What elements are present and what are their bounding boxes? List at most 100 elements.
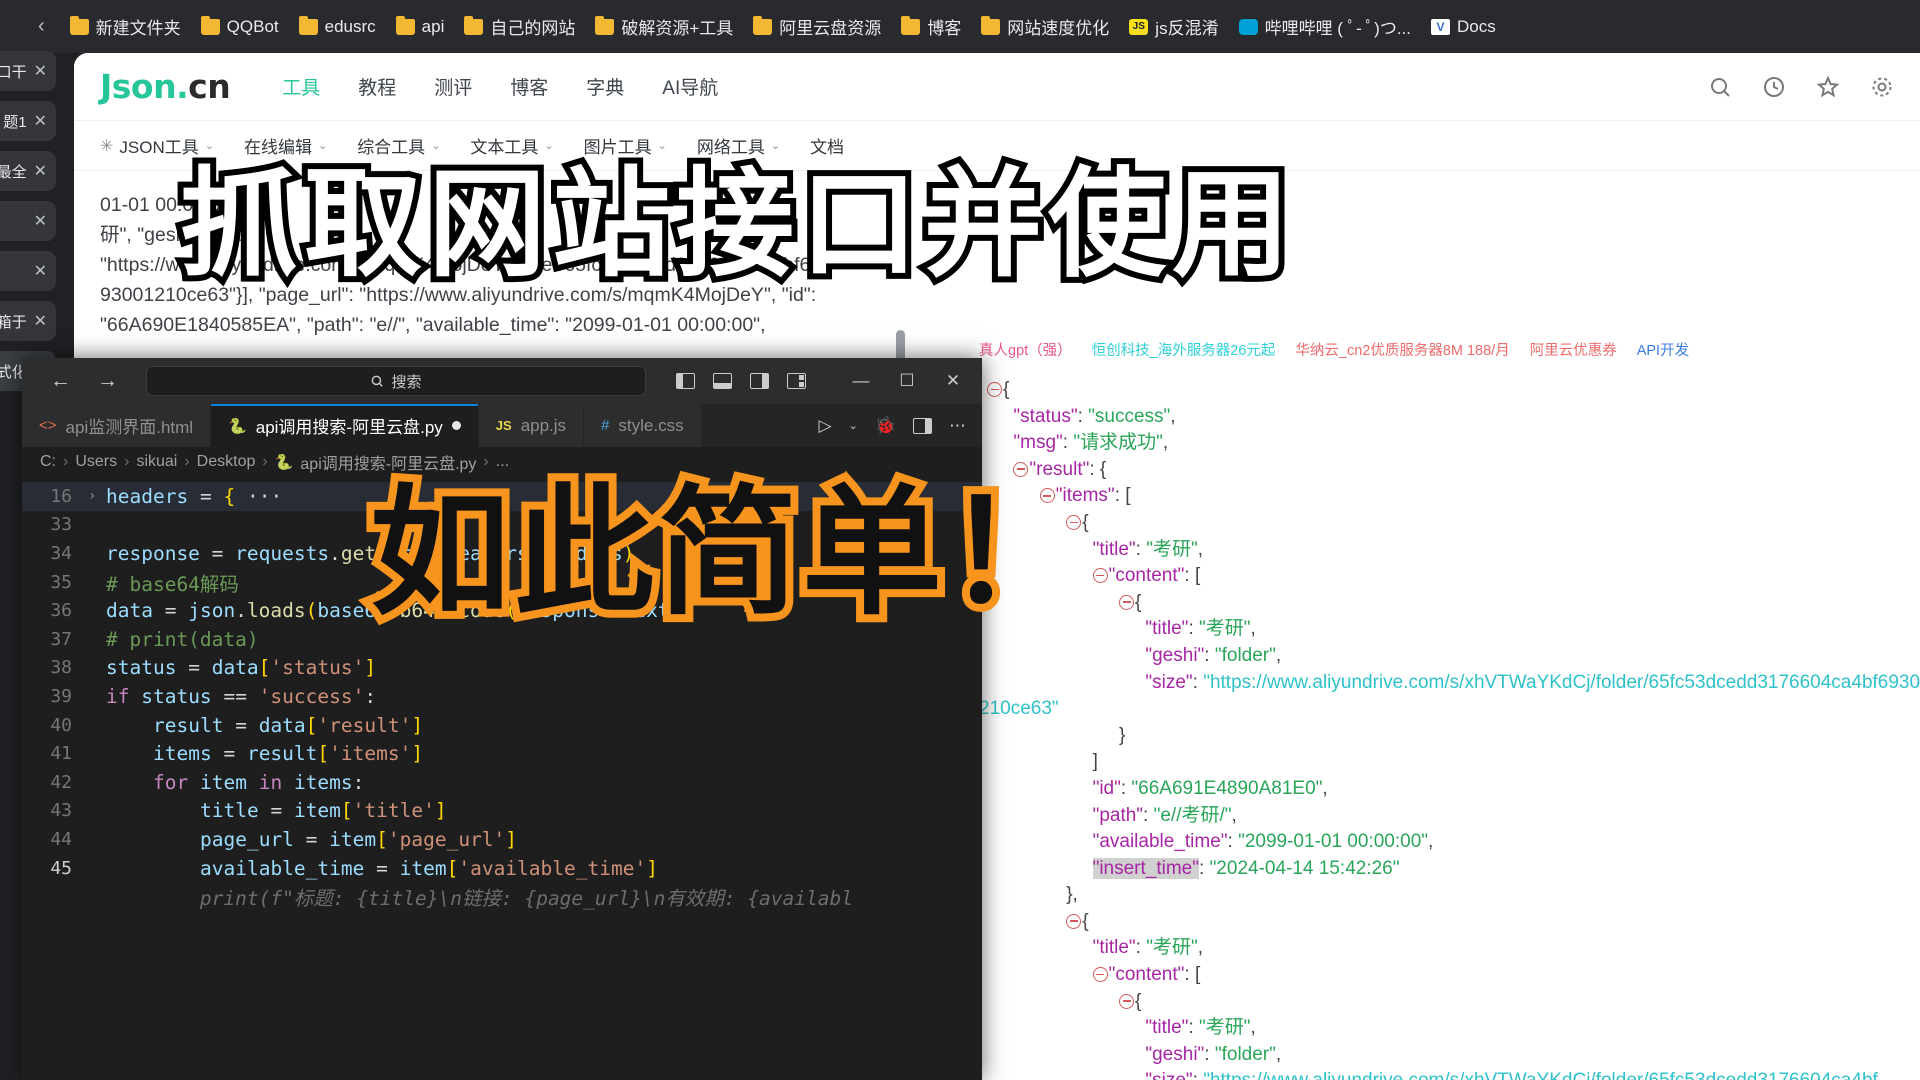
browser-bookmark-bar: ‹ 新建文件夹 QQBot edusrc api 自己的网站 破解资源+工具 阿里云盘资源 博… bbox=[0, 0, 1920, 53]
editor-tab-label: api监测界面.html bbox=[65, 418, 194, 437]
site-nav-item[interactable]: 测评 bbox=[434, 73, 472, 100]
bookmark-item[interactable]: 网站速度优化 bbox=[972, 10, 1118, 43]
json-tree-viewer[interactable]: { "status": "success", "msg": "请求成功", "r… bbox=[979, 363, 1920, 1080]
bookmark-label: 自己的网站 bbox=[490, 19, 576, 38]
code-line[interactable]: 39 if status == 'success': bbox=[22, 682, 982, 711]
minimize-button[interactable]: — bbox=[838, 358, 884, 404]
collapse-toggle-icon[interactable] bbox=[1118, 993, 1134, 1009]
bookmark-item[interactable]: Docs bbox=[1422, 13, 1505, 41]
close-icon[interactable]: ✕ bbox=[34, 311, 47, 331]
bookmark-item[interactable]: 哔哩哔哩 ( ﾟ- ﾟ)つ... bbox=[1230, 10, 1420, 43]
search-icon[interactable] bbox=[1708, 75, 1732, 99]
edge-tab-3[interactable]: ✕ bbox=[0, 201, 56, 241]
vscode-command-search[interactable]: 搜索 bbox=[146, 366, 646, 396]
bookmark-item[interactable]: js反混淆 bbox=[1120, 10, 1227, 43]
code-line[interactable]: 43 title = item['title'] bbox=[22, 797, 982, 826]
go-forward-button[interactable]: → bbox=[97, 369, 118, 393]
site-nav-item[interactable]: AI导航 bbox=[662, 73, 718, 100]
close-icon[interactable]: ✕ bbox=[34, 161, 47, 181]
layout-grid-icon[interactable] bbox=[787, 373, 806, 389]
edge-tab-5[interactable]: 箱于 ✕ bbox=[0, 301, 56, 341]
bookmark-label: 哔哩哔哩 ( ﾟ- ﾟ)つ... bbox=[1264, 19, 1411, 38]
promo-link[interactable]: 华纳云_cn2优质服务器8M 188/月 bbox=[1295, 339, 1509, 360]
json-key: "available_time" bbox=[1092, 831, 1228, 853]
breadcrumb-segment[interactable]: C: bbox=[40, 453, 56, 471]
bookmark-item[interactable]: 自己的网站 bbox=[455, 10, 584, 43]
site-nav-item[interactable]: 教程 bbox=[358, 73, 396, 100]
code-line[interactable]: print(f"标题: {title}\n链接: {page_url}\n有效期… bbox=[22, 882, 982, 911]
breadcrumb-separator-icon: › bbox=[184, 452, 190, 470]
split-editor-icon[interactable] bbox=[913, 417, 932, 434]
bookmark-item[interactable]: 博客 bbox=[892, 10, 970, 43]
close-icon[interactable]: ✕ bbox=[34, 111, 47, 131]
json-value: { bbox=[1099, 458, 1107, 480]
history-icon[interactable] bbox=[1762, 75, 1786, 99]
edge-tab-4[interactable]: ✕ bbox=[0, 251, 56, 291]
site-nav-item[interactable]: 博客 bbox=[510, 73, 548, 100]
code-line[interactable]: 38 status = data['status'] bbox=[22, 654, 982, 683]
close-icon[interactable]: ✕ bbox=[34, 261, 47, 281]
collapse-toggle-icon[interactable] bbox=[1066, 913, 1082, 929]
panel-bottom-icon[interactable] bbox=[713, 373, 732, 389]
star-icon[interactable] bbox=[1816, 74, 1840, 99]
json-value: "folder" bbox=[1214, 644, 1276, 666]
edge-tab-1[interactable]: 题1 ✕ bbox=[0, 101, 56, 141]
close-icon[interactable]: ✕ bbox=[34, 61, 47, 81]
collapse-toggle-icon[interactable] bbox=[1092, 967, 1108, 983]
collapse-toggle-icon[interactable] bbox=[1092, 568, 1108, 584]
debug-icon[interactable]: 🐞 bbox=[875, 416, 896, 436]
json-punct: { bbox=[1134, 591, 1142, 613]
settings-icon[interactable] bbox=[1870, 75, 1894, 99]
code-line[interactable]: 45 available_time = item['available_time… bbox=[22, 854, 982, 883]
code-text: items = result['items'] bbox=[153, 742, 424, 766]
promo-link[interactable]: 阿里云优惠券 bbox=[1530, 339, 1617, 360]
run-icon[interactable]: ▷ bbox=[819, 416, 832, 436]
go-back-button[interactable]: ← bbox=[50, 369, 71, 393]
json-url-wrap: 210ce63" bbox=[979, 698, 1059, 720]
docs-icon bbox=[1431, 18, 1450, 35]
promo-link[interactable]: API开发 bbox=[1637, 339, 1689, 360]
edge-tab-2[interactable]: 最全 ✕ bbox=[0, 151, 56, 191]
site-nav-item[interactable]: 字典 bbox=[586, 73, 624, 100]
bookmark-item[interactable]: 阿里云盘资源 bbox=[744, 10, 890, 43]
collapse-toggle-icon[interactable] bbox=[1118, 594, 1134, 610]
site-logo[interactable]: Json.cn bbox=[100, 67, 231, 106]
json-line: }, bbox=[979, 882, 1920, 909]
breadcrumb-segment[interactable]: Users bbox=[75, 453, 117, 471]
promo-links-strip: 真人gpt（强） 恒创科技_海外服务器26元起 华纳云_cn2优质服务器8M 188… bbox=[979, 336, 1920, 362]
bookmark-item[interactable]: edusrc bbox=[290, 13, 385, 41]
site-nav-item[interactable]: 工具 bbox=[282, 73, 320, 100]
json-line: "result": { bbox=[979, 457, 1920, 484]
chevron-down-icon[interactable]: ⌄ bbox=[849, 419, 858, 432]
promo-link[interactable]: 恒创科技_海外服务器26元起 bbox=[1092, 339, 1276, 360]
panel-left-icon[interactable] bbox=[676, 373, 695, 389]
more-actions-icon[interactable]: ⋯ bbox=[949, 416, 966, 436]
bookmark-overflow-chevron-icon[interactable]: ‹ bbox=[38, 15, 45, 38]
code-line[interactable]: 44 page_url = item['page_url'] bbox=[22, 825, 982, 854]
promo-link[interactable]: 真人gpt（强） bbox=[979, 339, 1072, 360]
panel-right-icon[interactable] bbox=[750, 373, 769, 389]
breadcrumb-segment[interactable]: Desktop bbox=[197, 453, 256, 471]
close-icon[interactable]: ✕ bbox=[34, 211, 47, 231]
breadcrumb-segment[interactable]: sikuai bbox=[136, 453, 177, 471]
fold-arrow-icon[interactable]: › bbox=[88, 488, 106, 504]
close-button[interactable]: ✕ bbox=[930, 358, 976, 404]
editor-tab-label: app.js bbox=[520, 415, 567, 435]
bookmark-item[interactable]: QQBot bbox=[192, 13, 288, 41]
collapse-toggle-icon[interactable] bbox=[987, 382, 1002, 397]
maximize-button[interactable]: ☐ bbox=[884, 358, 930, 404]
edge-tab-0[interactable]: 口干 ✕ bbox=[0, 51, 56, 91]
code-line[interactable]: 40 result = data['result'] bbox=[22, 711, 982, 740]
code-line[interactable]: 42 for item in items: bbox=[22, 768, 982, 797]
line-number: 43 bbox=[50, 800, 72, 822]
json-line: "id": "66A691E4890A81E0", bbox=[979, 776, 1920, 803]
code-line[interactable]: 41 items = result['items'] bbox=[22, 739, 982, 768]
bookmark-item[interactable]: api bbox=[387, 13, 454, 41]
bookmark-item[interactable]: 破解资源+工具 bbox=[586, 10, 742, 43]
json-key: "title" bbox=[1092, 538, 1136, 560]
editor-tab[interactable]: <> api监测界面.html bbox=[22, 404, 212, 447]
bookmark-item[interactable]: 新建文件夹 bbox=[61, 10, 190, 43]
json-colon: : bbox=[1227, 831, 1239, 853]
unsaved-indicator-icon[interactable] bbox=[451, 421, 461, 430]
json-comma: , bbox=[1275, 644, 1282, 666]
